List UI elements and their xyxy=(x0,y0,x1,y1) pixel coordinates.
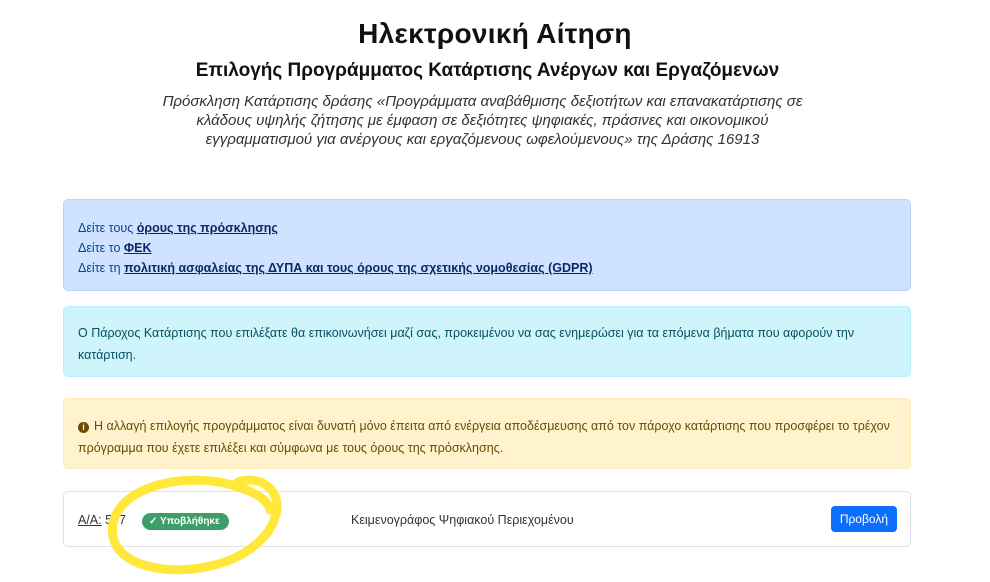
gdpr-policy-link[interactable]: πολιτική ασφαλείας της ΔΥΠΑ και τους όρο… xyxy=(124,261,592,275)
aa-value: 577 xyxy=(105,513,126,527)
fek-line: Δείτε το ΦΕΚ xyxy=(78,238,896,258)
fek-prefix: Δείτε το xyxy=(78,241,124,255)
terms-prefix: Δείτε τους xyxy=(78,221,137,235)
warning-alert-text: Η αλλαγή επιλογής προγράμματος είναι δυν… xyxy=(78,419,890,455)
page-subtitle: Επιλογής Προγράμματος Κατάρτισης Ανέργων… xyxy=(195,60,780,81)
gdpr-line: Δείτε τη πολιτική ασφαλείας της ΔΥΠΑ και… xyxy=(78,258,896,278)
info-alert: Ο Πάροχος Κατάρτισης που επιλέξατε θα επ… xyxy=(63,306,911,377)
call-terms-link[interactable]: όρους της πρόσκλησης xyxy=(137,221,278,235)
warning-alert: iΗ αλλαγή επιλογής προγράμματος είναι δυ… xyxy=(63,398,911,469)
fek-link[interactable]: ΦΕΚ xyxy=(124,241,152,255)
view-button[interactable]: Προβολή xyxy=(830,506,897,532)
terms-line: Δείτε τους όρους της πρόσκλησης xyxy=(78,218,896,238)
info-circle-icon: i xyxy=(78,422,89,433)
page-title: Ηλεκτρονική Αίτηση xyxy=(358,18,632,49)
status-badge: ✓ Υποβλήθηκε xyxy=(142,513,229,530)
application-card: Α/Α: 577 ✓ Υποβλήθηκε Κειμενογράφος Ψηφι… xyxy=(63,491,911,547)
links-alert: Δείτε τους όρους της πρόσκλησης Δείτε το… xyxy=(63,199,911,291)
call-description: Πρόσκληση Κατάρτισης δράσης «Προγράμματα… xyxy=(162,93,803,148)
gdpr-prefix: Δείτε τη xyxy=(78,261,125,275)
checkmark-icon: ✓ xyxy=(149,516,160,527)
aa-label: Α/Α: xyxy=(78,513,102,527)
status-badge-label: Υποβλήθηκε xyxy=(159,516,220,527)
application-number: Α/Α: 577 xyxy=(78,513,126,527)
info-alert-text: Ο Πάροχος Κατάρτισης που επιλέξατε θα επ… xyxy=(78,326,855,362)
program-name: Κειμενογράφος Ψηφιακού Περιεχομένου xyxy=(351,513,574,527)
